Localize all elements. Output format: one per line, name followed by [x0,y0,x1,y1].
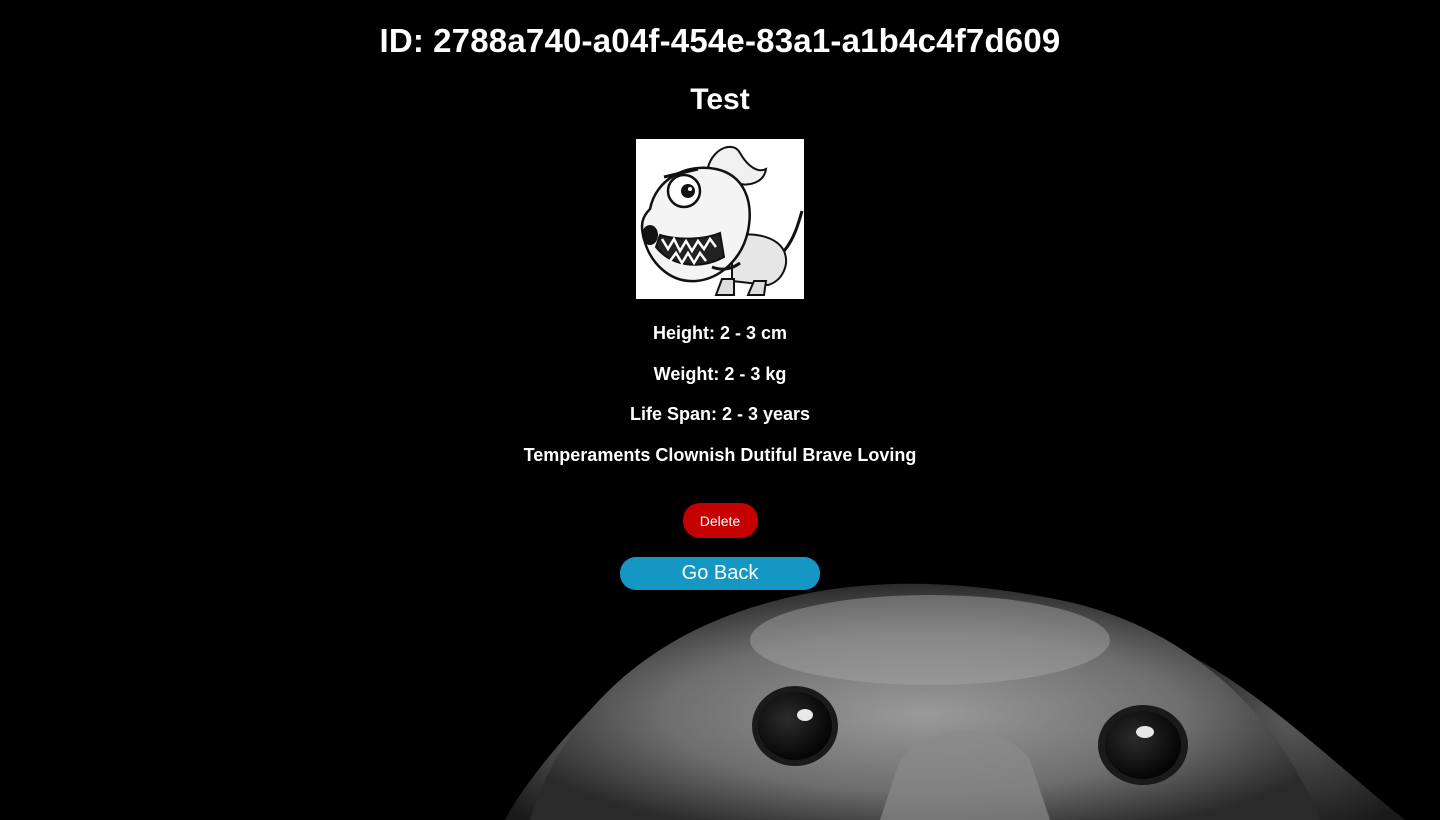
weight-label: Weight: [653,364,720,384]
weight-value: 2 - 3 kg [724,364,787,384]
record-id-heading: ID: 2788a740-a04f-454e-83a1-a1b4c4f7d609 [380,22,1061,60]
height-value: 2 - 3 cm [719,323,788,343]
temperaments-label: Temperaments [523,445,651,465]
breed-name-heading: Test [690,83,750,116]
temperaments-value: Clownish Dutiful Brave Loving [655,445,917,465]
delete-button[interactable]: Delete [682,503,758,538]
record-id-value: 2788a740-a04f-454e-83a1-a1b4c4f7d609 [433,22,1061,59]
breed-image [636,139,804,299]
temperaments-stat: Temperaments Clownish Dutiful Brave Lovi… [524,444,917,466]
life-span-value: 2 - 3 years [721,404,811,424]
record-id-label: ID: [379,22,425,59]
height-stat: Height: 2 - 3 cm [653,322,787,344]
detail-content: ID: 2788a740-a04f-454e-83a1-a1b4c4f7d609… [0,0,1440,590]
height-label: Height: [652,323,715,343]
life-span-label: Life Span: [629,404,717,424]
weight-stat: Weight: 2 - 3 kg [654,363,787,385]
life-span-stat: Life Span: 2 - 3 years [630,403,810,425]
go-back-button[interactable]: Go Back [620,557,820,590]
dog-detail-page: ID: 2788a740-a04f-454e-83a1-a1b4c4f7d609… [0,0,1440,820]
